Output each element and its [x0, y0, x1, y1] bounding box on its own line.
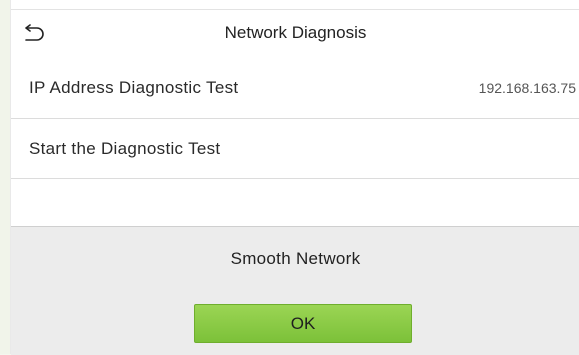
menu-item-label: IP Address Diagnostic Test — [29, 78, 239, 97]
ok-button[interactable]: OK — [194, 304, 412, 343]
background-edge — [0, 0, 10, 354]
ip-address-value: 192.168.163.75 — [478, 80, 576, 96]
dialog-message: Smooth Network — [230, 249, 361, 268]
menu-item-start-diagnostic-test[interactable]: Start the Diagnostic Test — [11, 119, 579, 179]
menu-item-ip-address-diagnostic-test[interactable]: IP Address Diagnostic Test 192.168.163.7… — [11, 58, 579, 119]
network-diagnosis-screen: Network Diagnosis IP Address Diagnostic … — [10, 0, 579, 355]
ok-button-label: OK — [290, 313, 316, 333]
result-dialog: Smooth Network OK — [11, 226, 579, 355]
menu-item-label: Start the Diagnostic Test — [29, 139, 221, 158]
page-title: Network Diagnosis — [224, 23, 367, 42]
title-bar: Network Diagnosis — [11, 9, 579, 59]
